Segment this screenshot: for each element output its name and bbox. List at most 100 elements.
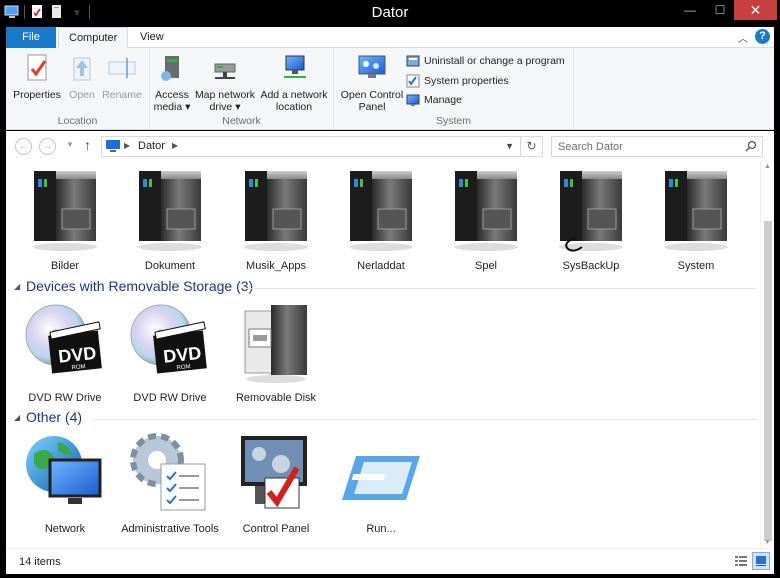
rename-label: Rename bbox=[102, 89, 142, 101]
hard-drive-icon bbox=[454, 171, 518, 251]
drive-item-bilder[interactable]: Bilder bbox=[15, 167, 115, 273]
chevron-up-icon[interactable]: ︿ bbox=[738, 30, 748, 45]
section-removable-storage[interactable]: ◢ Devices with Removable Storage (3) bbox=[12, 278, 756, 298]
tab-file[interactable]: File bbox=[6, 27, 56, 48]
scroll-up-arrow-icon[interactable]: ▲ bbox=[764, 163, 771, 170]
device-label: Removable Disk bbox=[235, 392, 317, 404]
properties-button[interactable]: Properties bbox=[11, 52, 63, 101]
control-panel-icon bbox=[241, 436, 307, 509]
file-view: Bilder Dokument Musik_Apps Nerladdat Spe… bbox=[6, 161, 760, 548]
drive-item-dokument[interactable]: Dokument bbox=[120, 167, 220, 273]
drive-label: Spel bbox=[474, 260, 498, 272]
uninstall-program-button[interactable]: Uninstall or change a program bbox=[406, 52, 565, 70]
map-network-drive-button[interactable]: Map network drive ▾ bbox=[192, 52, 258, 113]
collapse-triangle-icon[interactable]: ◢ bbox=[14, 413, 20, 422]
other-item-run[interactable]: Run... bbox=[331, 430, 431, 536]
administrative-tools-icon bbox=[130, 433, 206, 511]
drive-item-nerladdat[interactable]: Nerladdat bbox=[331, 167, 431, 273]
dvd-drive-icon: DVDROM bbox=[130, 304, 207, 374]
drive-item-sysbackup[interactable]: SysBackUp bbox=[541, 167, 641, 273]
section-title[interactable]: Devices with Removable Storage (3) bbox=[26, 278, 253, 294]
address-dropdown-icon[interactable]: ▼ bbox=[505, 141, 514, 151]
details-view-icon[interactable] bbox=[734, 554, 748, 568]
forward-button[interactable]: → bbox=[39, 138, 56, 155]
breadcrumb-separator-icon[interactable]: ▶ bbox=[124, 141, 130, 150]
close-button[interactable]: ✕ bbox=[734, 0, 777, 20]
svg-text:ROM: ROM bbox=[71, 364, 86, 371]
drive-item-spel[interactable]: Spel bbox=[436, 167, 536, 273]
svg-text:ROM: ROM bbox=[176, 364, 191, 371]
removable-disk-icon bbox=[244, 305, 307, 383]
system-properties-icon bbox=[406, 74, 420, 88]
properties-label: Properties bbox=[13, 89, 61, 101]
drive-label: SysBackUp bbox=[562, 260, 620, 272]
search-box[interactable] bbox=[551, 136, 763, 157]
media-icon bbox=[161, 56, 179, 81]
other-item-network[interactable]: Network bbox=[15, 430, 115, 536]
section-other[interactable]: ◢ Other (4) bbox=[12, 409, 756, 429]
dvd-drive-icon: DVDROM bbox=[25, 304, 102, 374]
other-label: Control Panel bbox=[242, 523, 310, 535]
scrollbar-thumb[interactable] bbox=[764, 221, 772, 541]
search-input[interactable] bbox=[552, 137, 732, 156]
tab-view[interactable]: View bbox=[130, 27, 172, 48]
device-item-dvd-rw-drive-2[interactable]: DVD ROM DVD RW Drive bbox=[120, 299, 220, 405]
access-media-label-2: media ▾ bbox=[153, 101, 191, 113]
add-network-location-label-1: Add a network bbox=[260, 89, 328, 101]
breadcrumb-dator[interactable]: Dator bbox=[138, 140, 165, 152]
access-media-button[interactable]: Access media ▾ bbox=[152, 52, 192, 113]
refresh-button[interactable]: ↻ bbox=[520, 136, 543, 157]
other-item-control-panel[interactable]: Control Panel bbox=[226, 430, 326, 536]
ribbon-tabs: File Computer View ︿ ? bbox=[6, 27, 774, 48]
recent-locations-icon[interactable]: ▼ bbox=[66, 140, 74, 149]
manage-button[interactable]: Manage bbox=[406, 91, 462, 109]
item-count: 14 items bbox=[19, 556, 61, 568]
device-label: DVD RW Drive bbox=[133, 392, 207, 404]
network-group-label: Network bbox=[222, 115, 261, 127]
other-item-administrative-tools[interactable]: Administrative Tools bbox=[120, 430, 220, 536]
add-network-location-label-2: location bbox=[275, 101, 313, 113]
maximize-button[interactable]: ☐ bbox=[706, 0, 734, 20]
other-label: Network bbox=[44, 523, 86, 535]
up-arrow-icon[interactable]: ↑ bbox=[84, 137, 91, 153]
section-divider bbox=[244, 288, 756, 289]
hard-drive-icon bbox=[244, 171, 308, 251]
drive-label: Nerladdat bbox=[357, 260, 405, 272]
drive-label: Musik_Apps bbox=[246, 260, 306, 272]
system-properties-button[interactable]: System properties bbox=[406, 72, 509, 90]
manage-label: Manage bbox=[424, 94, 462, 106]
large-icons-view-icon[interactable] bbox=[752, 552, 770, 570]
device-item-dvd-rw-drive[interactable]: DVD ROM DVD RW Drive bbox=[15, 299, 115, 405]
rename-icon bbox=[108, 58, 136, 78]
open-button[interactable]: Open bbox=[64, 52, 100, 101]
add-network-location-button[interactable]: Add a network location bbox=[258, 52, 330, 113]
drive-item-musik-apps[interactable]: Musik_Apps bbox=[226, 167, 326, 273]
device-label: DVD RW Drive bbox=[28, 392, 102, 404]
open-control-panel-button[interactable]: Open Control Panel bbox=[338, 52, 406, 113]
vertical-scrollbar[interactable]: ▲ ▼ bbox=[760, 161, 774, 548]
help-icon[interactable]: ? bbox=[755, 29, 770, 44]
uninstall-label: Uninstall or change a program bbox=[424, 55, 565, 67]
scroll-down-arrow-icon[interactable]: ▼ bbox=[764, 539, 771, 546]
open-icon bbox=[73, 57, 91, 81]
map-network-drive-label-1: Map network bbox=[194, 89, 256, 101]
minimize-button[interactable]: — bbox=[676, 0, 704, 20]
system-properties-label: System properties bbox=[424, 75, 509, 87]
tab-computer[interactable]: Computer bbox=[58, 27, 128, 48]
rename-button[interactable]: Rename bbox=[100, 52, 144, 101]
back-button[interactable]: ← bbox=[15, 138, 32, 155]
backup-drive-icon bbox=[559, 171, 623, 252]
breadcrumb-separator-icon[interactable]: ▶ bbox=[172, 141, 178, 150]
collapse-triangle-icon[interactable]: ◢ bbox=[14, 282, 20, 291]
group-system: Open Control Panel Uninstall or change a… bbox=[334, 48, 574, 130]
drive-item-system[interactable]: System bbox=[646, 167, 746, 273]
address-bar[interactable]: ▶ Dator ▶ ▼ bbox=[101, 136, 521, 157]
access-media-label-1: Access bbox=[155, 89, 189, 101]
svg-text:DVD: DVD bbox=[162, 343, 202, 367]
hard-drive-icon bbox=[138, 171, 202, 251]
section-title[interactable]: Other (4) bbox=[26, 409, 82, 425]
device-item-removable-disk[interactable]: Removable Disk bbox=[226, 299, 326, 405]
open-label: Open bbox=[69, 89, 95, 101]
section-divider bbox=[94, 419, 756, 420]
manage-icon bbox=[406, 94, 420, 106]
